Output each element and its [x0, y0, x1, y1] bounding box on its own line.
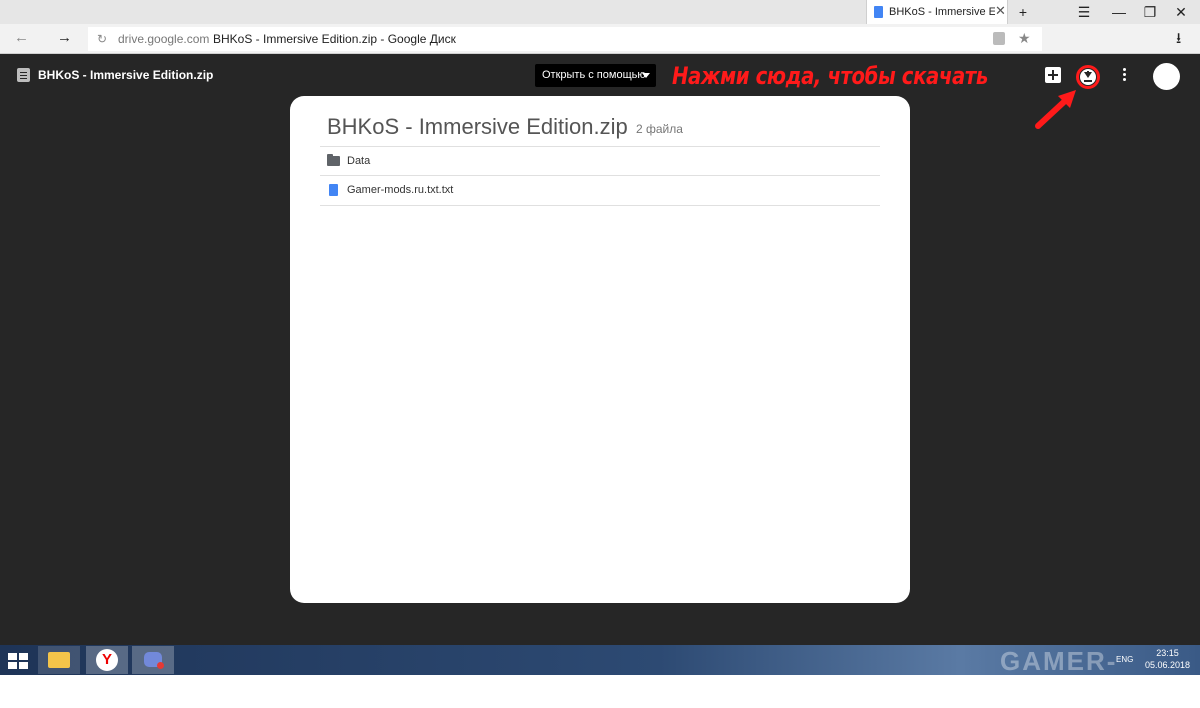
folder-icon — [327, 154, 340, 166]
clock-time: 23:15 — [1156, 648, 1179, 658]
reload-icon[interactable]: ↻ — [97, 32, 107, 46]
caret-down-icon — [642, 73, 650, 78]
document-icon — [874, 6, 883, 18]
restore-button[interactable]: ❐ — [1137, 2, 1163, 22]
download-icon[interactable] — [1080, 69, 1096, 85]
folder-icon — [48, 652, 70, 668]
lock-icon[interactable] — [993, 32, 1005, 45]
document-icon — [329, 184, 338, 196]
address-bar: ← → ↻ drive.google.com BHKoS - Immersive… — [0, 24, 1200, 54]
file-count: 2 файла — [636, 122, 683, 136]
new-tab-button[interactable]: + — [1010, 2, 1036, 22]
file-title: BHKoS - Immersive Edition.zip — [38, 68, 214, 82]
browser-tab[interactable]: BHKoS - Immersive Editio ✕ — [866, 0, 1008, 24]
download-annotation: Нажми сюда, чтобы скачать — [672, 62, 988, 90]
url-field[interactable]: ↻ drive.google.com BHKoS - Immersive Edi… — [88, 27, 1042, 51]
discord-button[interactable] — [132, 646, 174, 674]
avatar[interactable] — [1153, 63, 1180, 90]
yandex-browser-button[interactable]: Y — [86, 646, 128, 674]
tab-title: BHKoS - Immersive Editio — [889, 6, 995, 18]
back-arrow-icon[interactable]: ← — [14, 29, 29, 46]
add-to-drive-icon[interactable] — [1045, 67, 1061, 83]
archive-icon — [17, 68, 30, 82]
close-window-button[interactable]: ✕ — [1168, 2, 1194, 22]
clock-date: 05.06.2018 — [1145, 660, 1191, 670]
annotation-arrow — [1035, 90, 1076, 129]
language-indicator[interactable]: ENG — [1116, 655, 1133, 664]
list-item[interactable]: Data — [320, 146, 880, 176]
windows-start-icon[interactable] — [8, 653, 28, 669]
url-page-title: BHKoS - Immersive Edition.zip - Google Д… — [213, 32, 456, 46]
star-icon[interactable]: ★ — [1018, 30, 1031, 47]
tray-clock[interactable]: 23:15 05.06.2018 — [1145, 647, 1190, 671]
yandex-icon: Y — [96, 649, 118, 671]
item-label: Data — [347, 155, 371, 167]
notification-badge — [157, 662, 164, 669]
file-explorer-button[interactable] — [38, 646, 80, 674]
drive-viewer: BHKoS - Immersive Edition.zip Открыть с … — [0, 54, 1200, 645]
more-options-icon[interactable] — [1123, 68, 1126, 81]
open-with-label: Открыть с помощью — [542, 69, 646, 81]
tab-close-icon[interactable]: ✕ — [995, 3, 1006, 19]
forward-arrow-icon[interactable]: → — [57, 29, 72, 46]
minimize-button[interactable]: — — [1106, 2, 1132, 22]
browser-titlebar: BHKoS - Immersive Editio ✕ + ☰ — ❐ ✕ — [0, 0, 1200, 24]
url-domain: drive.google.com — [118, 32, 210, 46]
list-item[interactable]: Gamer-mods.ru.txt.txt — [320, 175, 880, 206]
item-label: Gamer-mods.ru.txt.txt — [347, 184, 454, 196]
menu-icon[interactable]: ☰ — [1071, 2, 1097, 22]
archive-card: BHKoS - Immersive Edition.zip 2 файла Da… — [290, 96, 910, 603]
card-title: BHKoS - Immersive Edition.zip — [327, 114, 628, 139]
downloads-icon[interactable]: ⭳ — [1176, 28, 1181, 53]
open-with-button[interactable]: Открыть с помощью — [535, 64, 656, 87]
taskbar: Y GAMER-MODS ENG 23:15 05.06.2018 — [0, 645, 1200, 707]
